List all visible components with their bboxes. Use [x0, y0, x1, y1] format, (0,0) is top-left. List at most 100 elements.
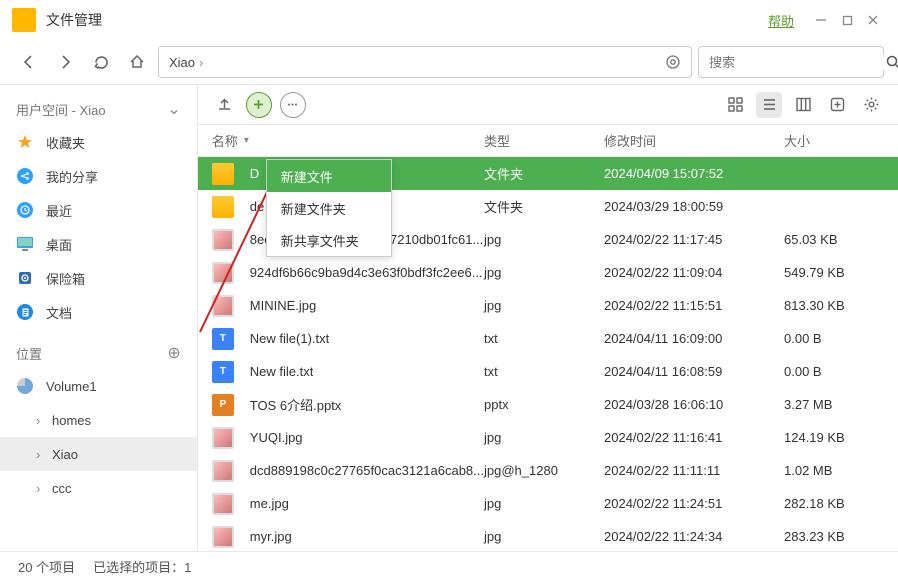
col-header-name[interactable]: 名称 ▾	[212, 131, 484, 150]
star-icon	[16, 133, 34, 151]
sidebar-item[interactable]: 收藏夹	[0, 125, 197, 159]
context-menu-item[interactable]: 新共享文件夹	[267, 224, 391, 256]
file-size: 1.02 MB	[784, 463, 884, 478]
address-target-icon[interactable]	[665, 54, 681, 70]
file-list[interactable]: D 文件夹 2024/04/09 15:07:52 de 文件夹 2024/03…	[198, 157, 898, 551]
file-name: dcd889198c0c27765f0cac3121a6cab8...	[250, 463, 484, 478]
table-row[interactable]: YUQI.jpg jpg 2024/02/22 11:16:41 124.19 …	[198, 421, 898, 454]
file-toolbar	[198, 85, 898, 125]
file-type: jpg@h_1280	[484, 463, 604, 478]
view-grid-button[interactable]	[722, 92, 748, 118]
file-icon	[212, 295, 234, 317]
add-location-icon[interactable]: ⊕	[167, 343, 180, 363]
sidebar-userspace-title: 用户空间 - Xiao ⌄	[0, 93, 197, 125]
file-type: jpg	[484, 265, 604, 280]
search-icon[interactable]	[885, 54, 898, 70]
file-date: 2024/04/11 16:09:00	[604, 331, 784, 346]
file-date: 2024/02/22 11:16:41	[604, 430, 784, 445]
main-panel: 名称 ▾ 类型 修改时间 大小 D 文件夹 2024/04/09 15:07:5…	[198, 85, 898, 551]
help-link[interactable]: 帮助	[768, 11, 794, 30]
sidebar-folder[interactable]: ccc	[0, 471, 197, 505]
file-size: 124.19 KB	[784, 430, 884, 445]
file-date: 2024/02/22 11:24:34	[604, 529, 784, 544]
view-list-button[interactable]	[756, 92, 782, 118]
view-columns-button[interactable]	[790, 92, 816, 118]
sidebar-item-label: 桌面	[46, 235, 72, 254]
file-size: 0.00 B	[784, 364, 884, 379]
file-date: 2024/04/11 16:08:59	[604, 364, 784, 379]
sidebar-folder[interactable]: Xiao	[0, 437, 197, 471]
file-type: 文件夹	[484, 197, 604, 216]
table-row[interactable]: me.jpg jpg 2024/02/22 11:24:51 282.18 KB	[198, 487, 898, 520]
sidebar-item[interactable]: 桌面	[0, 227, 197, 261]
sidebar: 用户空间 - Xiao ⌄ 收藏夹我的分享最近桌面保险箱文档 位置 ⊕ Volu…	[0, 85, 198, 551]
upload-button[interactable]	[212, 92, 238, 118]
file-name: myr.jpg	[250, 529, 292, 544]
maximize-button[interactable]	[834, 7, 860, 33]
context-menu-item[interactable]: 新建文件	[267, 160, 391, 192]
table-row[interactable]: PTOS 6介绍.pptx pptx 2024/03/28 16:06:10 3…	[198, 388, 898, 421]
file-date: 2024/02/22 11:24:51	[604, 496, 784, 511]
context-menu-item[interactable]: 新建文件夹	[267, 192, 391, 224]
sidebar-folder[interactable]: homes	[0, 403, 197, 437]
window-title: 文件管理	[46, 10, 102, 30]
file-type: jpg	[484, 232, 604, 247]
sidebar-volume[interactable]: Volume1	[0, 369, 197, 403]
file-name: D	[250, 166, 259, 181]
file-icon: T	[212, 328, 234, 350]
sidebar-item[interactable]: 最近	[0, 193, 197, 227]
table-row[interactable]: T New file(1).txt txt 2024/04/11 16:09:00…	[198, 322, 898, 355]
file-name: TOS 6介绍.pptx	[250, 395, 342, 414]
file-size: 813.30 KB	[784, 298, 884, 313]
refresh-button[interactable]	[86, 47, 116, 77]
file-icon	[212, 229, 234, 251]
sidebar-item-label: 最近	[46, 201, 72, 220]
sidebar-item-label: ccc	[52, 481, 72, 496]
status-selected: 已选择的项目：1	[93, 557, 191, 576]
file-name: New file(1).txt	[250, 331, 329, 346]
doc-icon	[16, 303, 34, 321]
file-size: 65.03 KB	[784, 232, 884, 247]
home-button[interactable]	[122, 47, 152, 77]
sidebar-item[interactable]: 文档	[0, 295, 197, 329]
settings-button[interactable]	[858, 92, 884, 118]
file-type: txt	[484, 331, 604, 346]
table-row[interactable]: dcd889198c0c27765f0cac3121a6cab8... jpg@…	[198, 454, 898, 487]
minimize-button[interactable]	[808, 7, 834, 33]
sort-icon: ▾	[244, 135, 249, 146]
search-box[interactable]	[698, 46, 884, 78]
file-name: 924df6b66c9ba9d4c3e63f0bdf3fc2ee6...	[250, 265, 483, 280]
address-bar[interactable]: Xiao›	[158, 46, 692, 78]
col-header-type[interactable]: 类型	[484, 131, 604, 150]
table-row[interactable]: TNew file.txt txt 2024/04/11 16:08:59 0.…	[198, 355, 898, 388]
chevron-down-icon[interactable]: ⌄	[167, 99, 180, 119]
new-panel-button[interactable]	[824, 92, 850, 118]
folder-app-icon	[12, 8, 36, 32]
file-name: me.jpg	[250, 496, 289, 511]
sidebar-item[interactable]: 保险箱	[0, 261, 197, 295]
file-icon	[212, 493, 234, 515]
file-size: 549.79 KB	[784, 265, 884, 280]
file-name: de	[250, 199, 264, 214]
new-button[interactable]	[246, 92, 272, 118]
table-row[interactable]: 924df6b66c9ba9d4c3e63f0bdf3fc2ee6... jpg…	[198, 256, 898, 289]
sidebar-item-label: 收藏夹	[46, 133, 85, 152]
col-header-date[interactable]: 修改时间	[604, 131, 784, 150]
more-button[interactable]	[280, 92, 306, 118]
search-input[interactable]	[709, 55, 885, 70]
col-header-size[interactable]: 大小	[784, 131, 884, 150]
sidebar-item[interactable]: 我的分享	[0, 159, 197, 193]
close-button[interactable]	[860, 7, 886, 33]
file-type: 文件夹	[484, 164, 604, 183]
sidebar-item-label: 保险箱	[46, 269, 85, 288]
file-date: 2024/02/22 11:09:04	[604, 265, 784, 280]
file-date: 2024/02/22 11:15:51	[604, 298, 784, 313]
table-row[interactable]: MININE.jpg jpg 2024/02/22 11:15:51 813.3…	[198, 289, 898, 322]
sidebar-item-label: 我的分享	[46, 167, 98, 186]
forward-button[interactable]	[50, 47, 80, 77]
back-button[interactable]	[14, 47, 44, 77]
table-row[interactable]: myr.jpg jpg 2024/02/22 11:24:34 283.23 K…	[198, 520, 898, 551]
sidebar-item-label: Xiao	[52, 447, 78, 462]
file-name: New file.txt	[250, 364, 314, 379]
file-icon: T	[212, 361, 234, 383]
